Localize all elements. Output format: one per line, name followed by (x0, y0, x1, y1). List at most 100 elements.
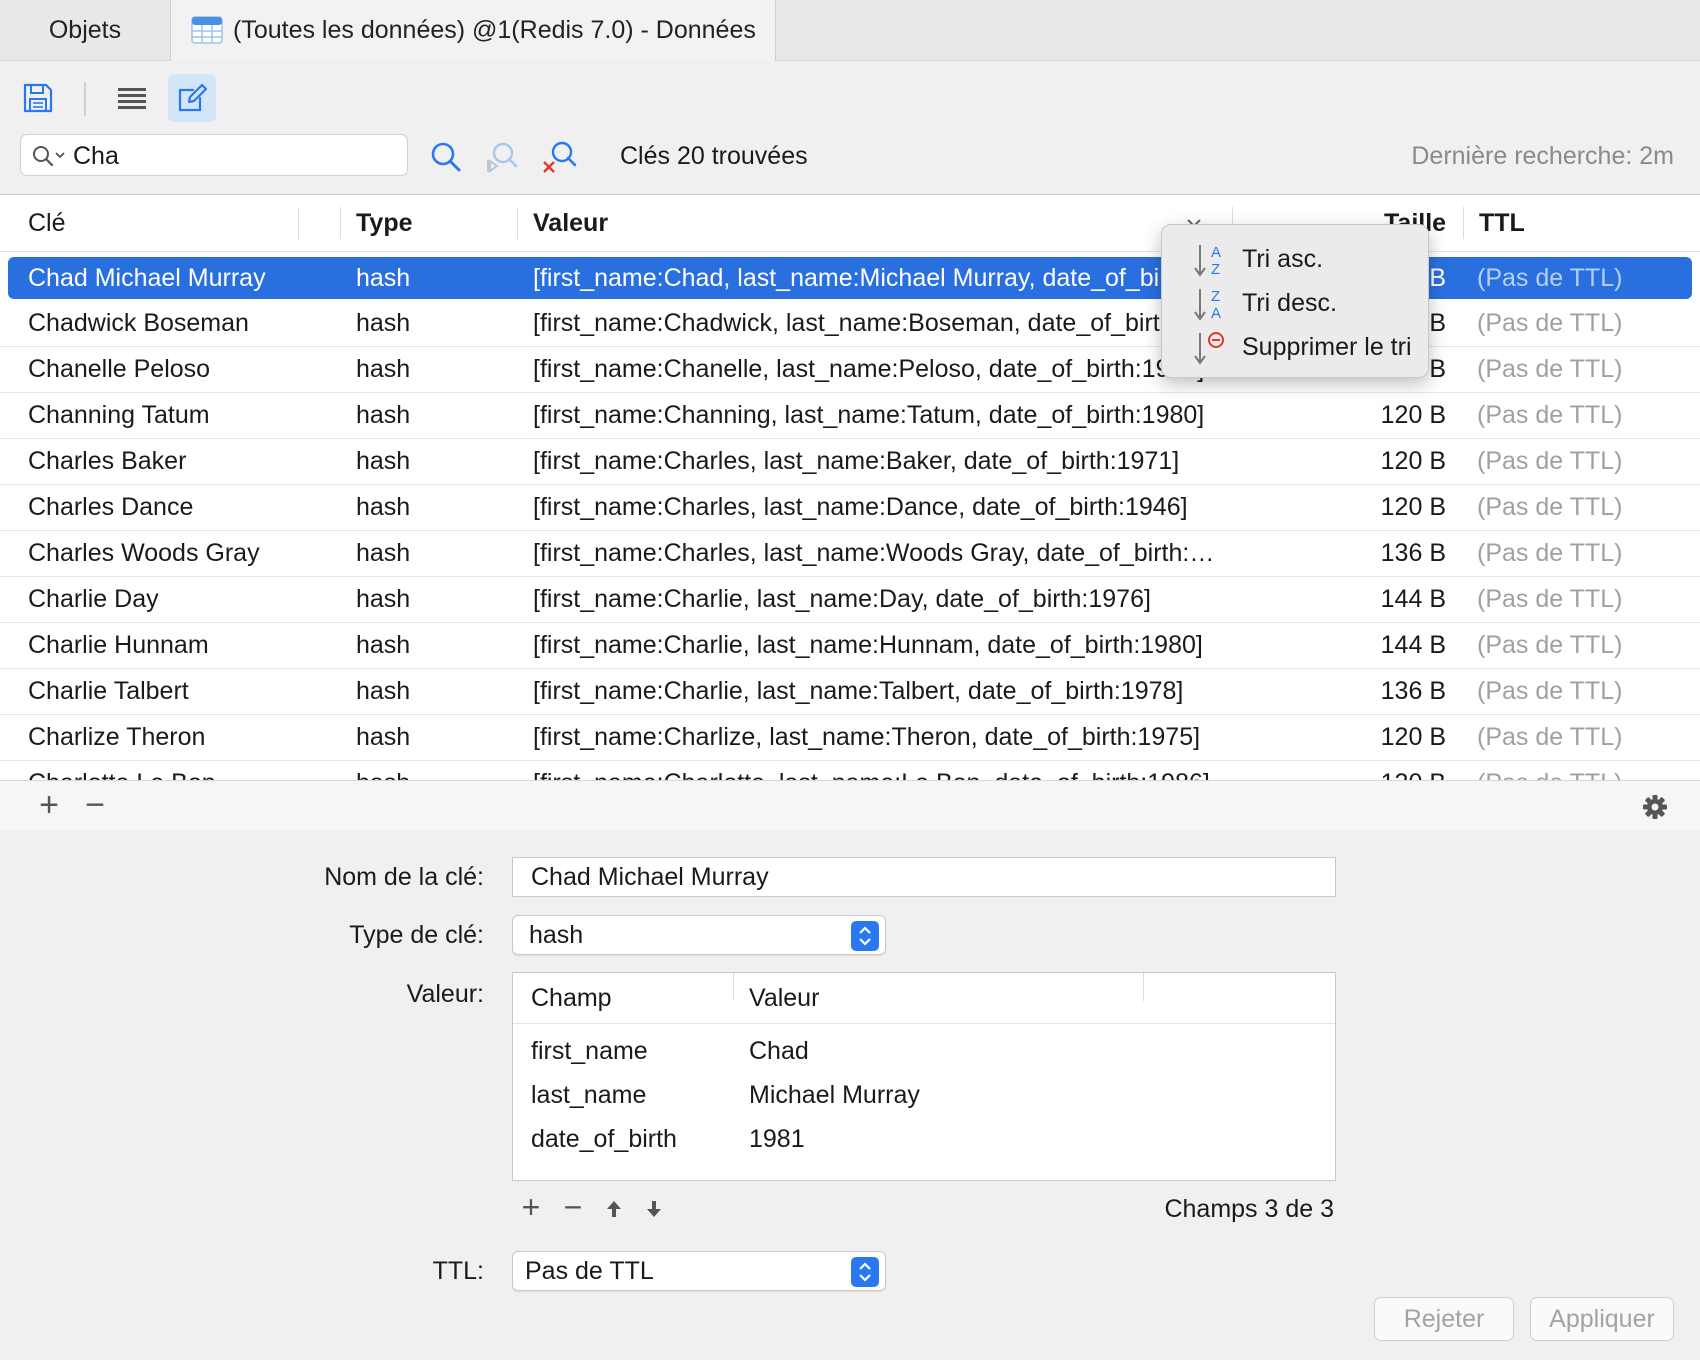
cell-value: [first_name:Channing, last_name:Tatum, d… (533, 401, 1205, 429)
hash-field-row[interactable]: date_of_birth 1981 (513, 1117, 1335, 1161)
table-row[interactable]: Chadwick Boseman hash [first_name:Chadwick… (0, 301, 1700, 347)
apply-button[interactable]: Appliquer (1530, 1297, 1674, 1341)
column-divider[interactable] (1463, 207, 1464, 239)
remove-key-button[interactable]: − (80, 788, 110, 822)
remove-field-button[interactable]: − (558, 1191, 588, 1223)
cell-key: Chadwick Boseman (28, 309, 249, 337)
column-header-field[interactable]: Champ (531, 973, 612, 1023)
cell-type: hash (356, 401, 411, 429)
cell-value: [first_name:Charles, last_name:Dance, da… (533, 493, 1188, 521)
tab-objects[interactable]: Objets (0, 0, 170, 60)
table-row[interactable]: Channing Tatum hash [first_name:Channing, … (0, 393, 1700, 439)
search-box[interactable] (20, 134, 408, 176)
key-name-field[interactable]: Chad Michael Murray (512, 857, 1336, 897)
ttl-select[interactable]: Pas de TTL (512, 1251, 886, 1291)
column-header-value[interactable]: Valeur (533, 195, 608, 251)
search-input[interactable] (71, 139, 395, 173)
gear-icon[interactable] (1642, 794, 1668, 820)
cell-type: hash (356, 355, 411, 383)
tab-data-label: (Toutes les données) @1(Redis 7.0) - Don… (233, 16, 756, 44)
table-header: Clé Type Valeur Taille TTL (0, 195, 1700, 252)
column-header-ttl[interactable]: TTL (1479, 195, 1525, 251)
column-header-type[interactable]: Type (356, 195, 413, 251)
cell-ttl: (Pas de TTL) (1477, 447, 1623, 475)
cell-value: [first_name:Charles, last_name:Baker, da… (533, 447, 1180, 475)
table-row[interactable]: Charlie Hunnam hash [first_name:Charlie, l… (0, 623, 1700, 669)
cell-ttl: (Pas de TTL) (1477, 631, 1623, 659)
cell-ttl: (Pas de TTL) (1477, 264, 1623, 292)
hash-field-row[interactable]: first_name Chad (513, 1029, 1335, 1073)
cell-type: hash (356, 761, 410, 781)
cell-value: [first_name:Charlotte, last_name:Le Bon,… (533, 761, 1273, 781)
table-row[interactable]: Chanelle Peloso hash [first_name:Chanelle,… (0, 347, 1700, 393)
list-view-icon (118, 88, 146, 109)
sort-ascending-icon: A Z (1194, 244, 1221, 278)
list-view-button[interactable] (108, 74, 156, 122)
field-name: first_name (531, 1037, 648, 1065)
table-row[interactable]: Charlotte Le Bon hash [first_name:Charlott… (0, 761, 1700, 781)
column-divider[interactable] (340, 207, 341, 239)
column-header-field-value[interactable]: Valeur (749, 973, 819, 1023)
column-divider[interactable] (517, 207, 518, 239)
cell-ttl: (Pas de TTL) (1477, 539, 1623, 567)
value-label: Valeur: (406, 980, 484, 1008)
cell-ttl: (Pas de TTL) (1477, 309, 1623, 337)
add-field-button[interactable]: + (516, 1191, 546, 1223)
table-row[interactable]: Charlie Day hash [first_name:Charlie, last… (0, 577, 1700, 623)
edit-mode-button[interactable] (168, 74, 216, 122)
cell-value: [first_name:Charles, last_name:Woods Gra… (533, 539, 1215, 567)
table-body: Chad Michael Murray hash [first_name:Chad,… (0, 255, 1700, 781)
cell-ttl: (Pas de TTL) (1477, 761, 1622, 781)
cell-key: Charlie Talbert (28, 677, 189, 705)
ttl-label: TTL: (432, 1257, 484, 1285)
table-row[interactable]: Charles Woods Gray hash [first_name:Charle… (0, 531, 1700, 577)
reject-button[interactable]: Rejeter (1374, 1297, 1514, 1341)
cell-value: [first_name:Charlie, last_name:Talbert, … (533, 677, 1184, 705)
column-header-key[interactable]: Clé (28, 195, 66, 251)
move-down-icon[interactable] (644, 1198, 664, 1220)
cell-key: Chad Michael Murray (28, 264, 266, 292)
column-divider[interactable] (298, 207, 299, 239)
field-name: last_name (531, 1081, 647, 1109)
cell-size: 144 B (1380, 631, 1446, 659)
move-up-icon[interactable] (604, 1198, 624, 1220)
search-icon[interactable] (426, 138, 466, 178)
cell-key: Charles Baker (28, 447, 187, 475)
column-divider[interactable] (733, 973, 734, 1001)
cell-key: Charlize Theron (28, 723, 206, 751)
cell-key: Charlie Hunnam (28, 631, 209, 659)
cell-ttl: (Pas de TTL) (1477, 355, 1623, 383)
cell-ttl: (Pas de TTL) (1477, 493, 1623, 521)
save-button[interactable] (14, 74, 62, 122)
table-row[interactable]: Charles Baker hash [first_name:Charles, la… (0, 439, 1700, 485)
cell-type: hash (356, 493, 411, 521)
hash-field-row[interactable]: last_name Michael Murray (513, 1073, 1335, 1117)
table-row[interactable]: Charlie Talbert hash [first_name:Charlie, … (0, 669, 1700, 715)
add-key-button[interactable]: + (34, 788, 64, 822)
cell-ttl: (Pas de TTL) (1477, 677, 1623, 705)
search-next-icon[interactable] (482, 138, 522, 178)
clear-search-icon[interactable] (540, 138, 580, 178)
field-value: Chad (749, 1037, 809, 1065)
menu-item-remove-sort[interactable]: Supprimer le tri (1162, 325, 1428, 369)
last-search-time: Dernière recherche: 2m (1411, 142, 1674, 170)
keys-found-count: Clés 20 trouvées (620, 142, 808, 170)
cell-key: Charlie Day (28, 585, 159, 613)
floppy-disk-icon (23, 83, 53, 113)
menu-item-sort-asc[interactable]: A Z Tri asc. (1162, 237, 1428, 281)
field-name: date_of_birth (531, 1125, 677, 1153)
column-divider[interactable] (1143, 973, 1144, 1001)
cell-type: hash (356, 447, 411, 475)
menu-item-sort-desc[interactable]: Z A Tri desc. (1162, 281, 1428, 325)
hash-fields-header: Champ Valeur (513, 973, 1335, 1024)
cell-key: Charles Woods Gray (28, 539, 260, 567)
key-type-select[interactable]: hash (512, 915, 886, 955)
cell-ttl: (Pas de TTL) (1477, 723, 1623, 751)
select-arrows-icon (851, 921, 879, 951)
sort-descending-icon: Z A (1194, 288, 1221, 322)
table-row[interactable]: Chad Michael Murray hash [first_name:Chad,… (8, 257, 1692, 299)
search-options-icon[interactable] (31, 144, 67, 168)
tab-data[interactable]: (Toutes les données) @1(Redis 7.0) - Don… (170, 0, 776, 61)
table-row[interactable]: Charles Dance hash [first_name:Charles, la… (0, 485, 1700, 531)
table-row[interactable]: Charlize Theron hash [first_name:Charlize,… (0, 715, 1700, 761)
